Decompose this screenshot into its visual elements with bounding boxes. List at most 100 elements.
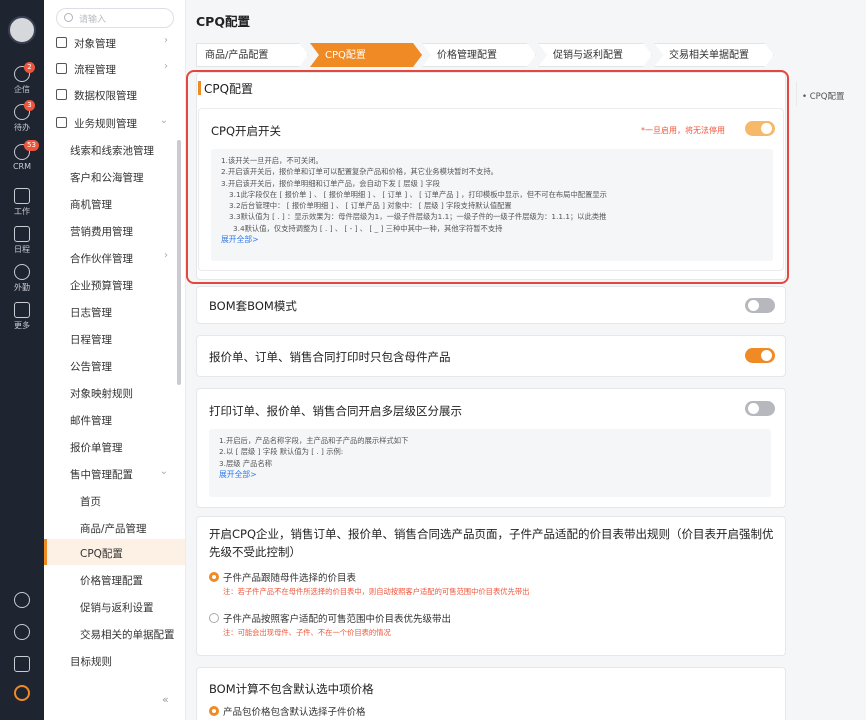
multi-level-card: 打印订单、报价单、销售合同开启多层级区分展示 1.开启后，产品名称字段，主产品和… [196, 388, 786, 508]
menu-label: 对象映射规则 [70, 388, 133, 400]
menu-item-leads[interactable]: 线索和线索池管理 [44, 137, 185, 163]
menu-item-object-mapping[interactable]: 对象映射规则 [44, 380, 185, 406]
menu-scrollbar[interactable] [177, 140, 181, 385]
price-rule-card: 开启CPQ企业，销售订单、报价单、销售合同选产品页面，子件产品适配的价目表带出规… [196, 516, 786, 656]
menu-label: 商品/产品管理 [80, 523, 147, 535]
rail-item-schedule[interactable]: 日程 [0, 226, 44, 260]
menu-label: 售中管理配置 [70, 469, 133, 481]
bom-price-option[interactable]: 产品包价格包含默认选择子件价格 [209, 704, 366, 718]
menu-item-object-mgmt[interactable]: 对象管理 › [44, 30, 185, 56]
desc-line: 1.开启后，产品名称字段，主产品和子产品的展示样式如下 [219, 436, 409, 445]
bom-price-card: BOM计算不包含默认选中项价格 产品包价格包含默认选择子件价格 [196, 667, 786, 720]
menu-item-mail[interactable]: 邮件管理 [44, 407, 185, 433]
tab-promotion-config[interactable]: 促销与返利配置 [538, 43, 652, 67]
tab-product-config[interactable]: 商品/产品配置 [196, 43, 308, 67]
rail-item-field[interactable]: 外勤 [0, 264, 44, 298]
menu-item-schedule[interactable]: 日程管理 [44, 326, 185, 352]
menu-item-business-rules[interactable]: 业务规则管理 ⌄ [44, 110, 185, 136]
setting-title: 报价单、订单、销售合同打印时只包含母件产品 [209, 350, 451, 364]
rail-item-work[interactable]: 工作 [0, 188, 44, 222]
briefcase-icon [14, 188, 30, 204]
option-label: 产品包价格包含默认选择子件价格 [223, 707, 366, 718]
main-content: CPQ配置 商品/产品配置 CPQ配置 价格管理配置 促销与返利配置 交易相关单… [186, 0, 866, 720]
menu-item-opportunity[interactable]: 商机管理 [44, 191, 185, 217]
permission-icon [56, 89, 67, 100]
price-rule-option-1[interactable]: 子件产品跟随母件选择的价目表 [209, 570, 356, 584]
menu-item-notice[interactable]: 公告管理 [44, 353, 185, 379]
bom-card: BOM套BOM模式 [196, 286, 786, 324]
menu-item-log[interactable]: 日志管理 [44, 299, 185, 325]
rail-item-todo[interactable]: 3 待办 [0, 100, 44, 138]
help-icon[interactable] [14, 592, 30, 608]
clock-icon[interactable] [14, 624, 30, 640]
menu-label: 日志管理 [70, 307, 112, 319]
setting-title: BOM计算不包含默认选中项价格 [209, 682, 374, 696]
menu-label: 价格管理配置 [80, 575, 143, 587]
menu-item-product-mgmt[interactable]: 商品/产品管理 [44, 515, 185, 541]
menu-label: 营销费用管理 [70, 226, 133, 238]
user-list-icon[interactable] [14, 656, 30, 672]
chevron-right-icon: › [164, 250, 168, 261]
option-hint: 注：可能会出现母件、子件、不在一个价目表的情况 [223, 628, 391, 637]
search-icon [64, 13, 73, 22]
gear-icon [14, 685, 30, 701]
menu-label: 合作伙伴管理 [70, 253, 133, 265]
menu-item-promotion[interactable]: 促销与返利设置 [44, 593, 185, 619]
menu-label: 客户和公海管理 [70, 172, 144, 184]
print-parent-toggle[interactable] [745, 348, 775, 363]
menu-label: 流程管理 [74, 64, 116, 76]
rail-item-qixin[interactable]: 2 企信 [0, 62, 44, 100]
chevron-right-icon: › [164, 61, 168, 72]
menu-item-sales-config[interactable]: 售中管理配置 ⌄ [44, 461, 185, 487]
tab-cpq-config[interactable]: CPQ配置 [310, 43, 422, 67]
menu-item-marketing-cost[interactable]: 营销费用管理 [44, 218, 185, 244]
search-input[interactable]: 请输入 [56, 8, 174, 28]
menu-label: 日程管理 [70, 334, 112, 346]
collapse-icon[interactable]: « [162, 693, 169, 706]
price-rule-option-2[interactable]: 子件产品按照客户适配的可售范围中价目表优先级带出 [209, 611, 451, 625]
menu-item-target-rules[interactable]: 目标规则 [44, 647, 185, 673]
rail-label: 更多 [14, 321, 30, 330]
menu-label: 公告管理 [70, 361, 112, 373]
menu-label: 对象管理 [74, 38, 116, 50]
object-icon [56, 37, 67, 48]
bom-toggle[interactable] [745, 298, 775, 313]
menu-label: 商机管理 [70, 199, 112, 211]
expand-all-link[interactable]: 展开全部> [219, 469, 761, 480]
rules-icon [56, 117, 67, 128]
avatar[interactable] [8, 16, 36, 44]
option-label: 子件产品按照客户适配的可售范围中价目表优先级带出 [223, 614, 452, 625]
tab-price-config[interactable]: 价格管理配置 [422, 43, 536, 67]
rail-label: CRM [12, 162, 32, 171]
radio-icon [209, 613, 219, 623]
menu-item-quote[interactable]: 报价单管理 [44, 434, 185, 460]
menu-item-customers[interactable]: 客户和公海管理 [44, 164, 185, 190]
menu-label: CPQ配置 [80, 548, 123, 560]
rail-item-more[interactable]: 更多 [0, 302, 44, 336]
calendar-icon [14, 226, 30, 242]
badge: 3 [24, 100, 35, 111]
menu-item-flow-mgmt[interactable]: 流程管理 › [44, 56, 185, 82]
setting-title: 开启CPQ企业，销售订单、报价单、销售合同选产品页面，子件产品适配的价目表带出规… [209, 527, 774, 559]
menu-item-budget[interactable]: 企业预算管理 [44, 272, 185, 298]
rail-item-crm[interactable]: 53 CRM [0, 140, 44, 178]
menu-label: 线索和线索池管理 [70, 145, 154, 157]
menu-item-data-permission[interactable]: 数据权限管理 [44, 82, 185, 108]
menu-label: 促销与返利设置 [80, 602, 154, 614]
menu-item-cpq-config[interactable]: CPQ配置 [44, 539, 185, 565]
menu-item-partners[interactable]: 合作伙伴管理 › [44, 245, 185, 271]
menu-label: 数据权限管理 [74, 90, 137, 102]
menu-item-price-config[interactable]: 价格管理配置 [44, 566, 185, 592]
option-label: 子件产品跟随母件选择的价目表 [223, 573, 357, 584]
chevron-down-icon: ⌄ [159, 466, 168, 477]
setting-title: 打印订单、报价单、销售合同开启多层级区分展示 [209, 404, 462, 418]
menu-label: 首页 [80, 496, 101, 508]
desc-line: 3.层级 产品名称 [219, 458, 273, 468]
settings-button[interactable] [0, 680, 44, 706]
menu-item-trade-docs[interactable]: 交易相关的单据配置 [44, 620, 185, 646]
setting-title: BOM套BOM模式 [209, 299, 297, 313]
menu-item-home[interactable]: 首页 [44, 488, 185, 514]
tab-trade-docs-config[interactable]: 交易相关单据配置 [654, 43, 774, 67]
multi-level-toggle[interactable] [745, 401, 775, 416]
anchor-link-cpq[interactable]: • CPQ配置 [802, 90, 844, 102]
